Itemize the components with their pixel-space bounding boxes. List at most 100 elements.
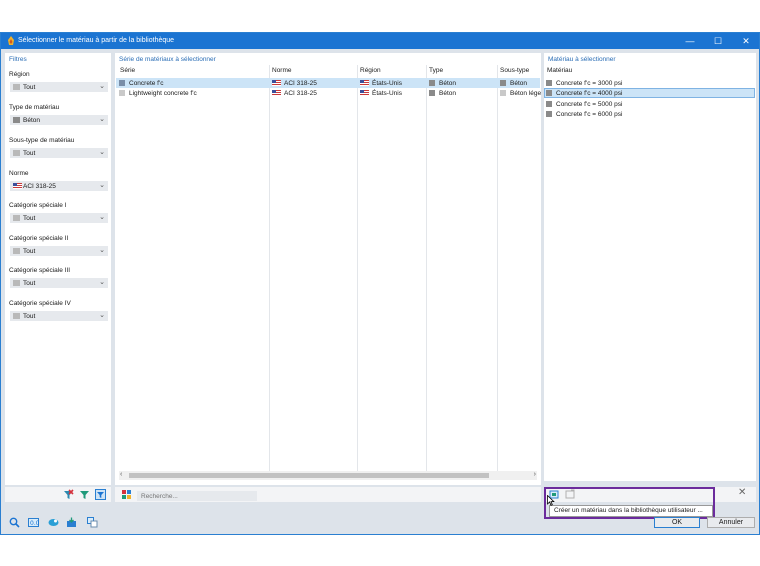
filters-heading: Filtres: [9, 56, 27, 63]
series-name: Lightweight concrete f'c: [129, 89, 197, 97]
color-swatch-icon: [13, 313, 20, 319]
column-divider: [497, 65, 498, 471]
series-name: Concrete f'c: [129, 79, 164, 87]
material-subtype-select[interactable]: Tout ⌄: [10, 148, 108, 158]
filter-label-material-subtype: Sous-type de matériau: [9, 137, 75, 144]
filter-label-special-4: Catégorie spéciale IV: [9, 300, 71, 307]
special-category-2-select[interactable]: Tout ⌄: [10, 246, 108, 256]
color-swatch-icon: [429, 90, 435, 96]
special-category-4-select[interactable]: Tout ⌄: [10, 311, 108, 321]
color-swatch-icon: [13, 280, 20, 286]
table-row[interactable]: Lightweight concrete f'c ACI 318-25 État…: [116, 88, 542, 98]
close-button[interactable]: ✕: [733, 33, 759, 49]
zoom-icon[interactable]: [9, 517, 20, 528]
us-flag-icon: [272, 90, 281, 96]
filter-label-special-2: Catégorie spéciale II: [9, 235, 69, 242]
table-row[interactable]: Concrete f'c ACI 318-25 États-Unis Béton…: [116, 78, 540, 88]
svg-text:0.0: 0.0: [30, 520, 39, 527]
material-library-dialog: Sélectionner le matériau à partir de la …: [0, 32, 760, 535]
color-swatch-icon: [500, 80, 506, 86]
series-region: États-Unis: [372, 79, 402, 87]
list-item[interactable]: Concrete f'c = 4000 psi: [544, 88, 755, 98]
filter-label-standard: Norme: [9, 170, 29, 177]
column-header-region[interactable]: Région: [360, 67, 381, 74]
series-region: États-Unis: [372, 89, 402, 97]
material-type-select[interactable]: Béton ⌄: [10, 115, 108, 125]
mouse-cursor-icon: [547, 495, 555, 506]
filter-icon[interactable]: [79, 489, 90, 500]
color-swatch-icon: [13, 215, 20, 221]
title-bar: Sélectionner le matériau à partir de la …: [1, 33, 759, 49]
column-divider: [357, 65, 358, 471]
list-item[interactable]: Concrete f'c = 5000 psi: [544, 99, 755, 109]
color-swatch-icon: [546, 80, 552, 86]
scrollbar-thumb[interactable]: [129, 473, 489, 478]
filter-active-icon[interactable]: [95, 489, 106, 500]
standard-select-value: ACI 318-25: [23, 182, 56, 190]
standard-select[interactable]: ACI 318-25 ⌄: [10, 181, 108, 191]
color-swatch-icon: [546, 111, 552, 117]
chevron-down-icon: ⌄: [99, 182, 105, 189]
filter-label-special-3: Catégorie spéciale III: [9, 267, 71, 274]
series-icon: [119, 80, 125, 86]
scroll-right-icon[interactable]: ›: [534, 471, 536, 478]
horizontal-scrollbar[interactable]: ‹ ›: [119, 471, 537, 480]
color-swatch-icon: [13, 248, 20, 254]
column-header-standard[interactable]: Norme: [272, 67, 292, 74]
filter-label-material-type: Type de matériau: [9, 104, 60, 111]
search-input[interactable]: [141, 491, 251, 501]
special-category-3-select[interactable]: Tout ⌄: [10, 278, 108, 288]
search-field[interactable]: [137, 491, 257, 501]
color-swatch-icon: [500, 90, 506, 96]
ok-button[interactable]: OK: [654, 517, 700, 528]
series-standard: ACI 318-25: [284, 89, 317, 97]
series-subtype: Béton lége: [510, 89, 542, 97]
special-category-1-value: Tout: [23, 214, 36, 222]
annotation-highlight-box: [544, 487, 715, 519]
column-header-series[interactable]: Série: [120, 67, 135, 74]
region-select[interactable]: Tout ⌄: [10, 82, 108, 92]
us-flag-icon: [13, 183, 22, 189]
color-swatch-icon: [429, 80, 435, 86]
list-item[interactable]: Concrete f'c = 3000 psi: [544, 78, 755, 88]
chevron-down-icon: ⌄: [99, 116, 105, 123]
maximize-button[interactable]: ☐: [705, 33, 731, 49]
units-icon[interactable]: 0.0: [28, 517, 39, 528]
close-icon[interactable]: ✕: [738, 487, 746, 498]
special-category-1-select[interactable]: Tout ⌄: [10, 213, 108, 223]
material-heading: Matériau à sélectionner: [548, 56, 616, 63]
color-settings-icon[interactable]: [121, 489, 132, 500]
list-item[interactable]: Concrete f'c = 6000 psi: [544, 109, 755, 119]
material-label: Concrete f'c = 4000 psi: [556, 89, 623, 97]
material-label: Concrete f'c = 6000 psi: [556, 110, 623, 118]
series-standard: ACI 318-25: [284, 79, 317, 87]
cancel-button[interactable]: Annuler: [707, 517, 755, 528]
color-swatch-icon: [13, 150, 20, 156]
chevron-down-icon: ⌄: [99, 83, 105, 90]
material-subtype-select-value: Tout: [23, 149, 36, 157]
material-label: Concrete f'c = 5000 psi: [556, 100, 623, 108]
us-flag-icon: [360, 80, 369, 86]
clear-filter-icon[interactable]: [63, 489, 74, 500]
column-header-subtype[interactable]: Sous-type: [500, 67, 529, 74]
special-category-4-value: Tout: [23, 312, 36, 320]
minimize-button[interactable]: —: [677, 33, 703, 49]
color-swatch-icon: [13, 84, 20, 90]
filter-label-region: Région: [9, 71, 30, 78]
scroll-left-icon[interactable]: ‹: [120, 471, 122, 478]
series-heading: Série de matériaux à sélectionner: [119, 56, 216, 63]
us-flag-icon: [272, 80, 281, 86]
column-divider: [269, 65, 270, 471]
material-panel: Matériau à sélectionner Matériau Concret…: [544, 53, 756, 481]
column-header-material[interactable]: Matériau: [547, 67, 572, 74]
column-header-type[interactable]: Type: [429, 67, 443, 74]
chevron-down-icon: ⌄: [99, 247, 105, 254]
region-select-value: Tout: [23, 83, 36, 91]
special-category-3-value: Tout: [23, 279, 36, 287]
series-type: Béton: [439, 89, 456, 97]
library-icon[interactable]: [48, 517, 59, 528]
app-icon: [8, 36, 14, 45]
filters-panel: Filtres Région Tout ⌄ Type de matériau B…: [5, 53, 111, 485]
export-icon[interactable]: [87, 517, 98, 528]
import-icon[interactable]: [66, 517, 77, 528]
